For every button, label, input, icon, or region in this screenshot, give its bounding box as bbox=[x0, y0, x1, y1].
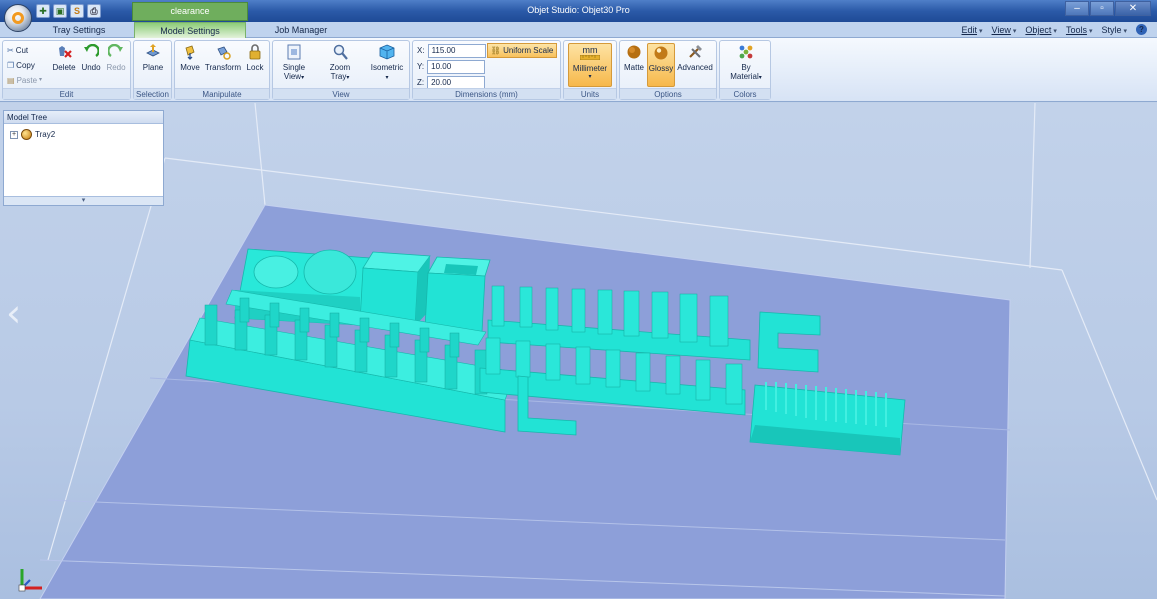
redo-button[interactable]: Redo bbox=[104, 44, 128, 72]
window-controls: – ▫ ✕ bbox=[1065, 1, 1151, 16]
model-tree-collapse-handle[interactable]: ▾ bbox=[4, 196, 163, 205]
app-orb-icon bbox=[12, 12, 24, 24]
ribbon: ✂ Cut ❐ Copy ▤ Paste ▾ Delete Undo Redo … bbox=[0, 38, 1157, 102]
copy-icon: ❐ bbox=[7, 61, 15, 70]
close-button[interactable]: ✕ bbox=[1115, 1, 1151, 16]
by-material-button[interactable]: By Material▾ bbox=[726, 44, 766, 83]
advanced-button[interactable]: Advanced bbox=[676, 44, 714, 72]
plane-icon bbox=[146, 44, 160, 57]
tab-tray-settings[interactable]: Tray Settings bbox=[36, 22, 122, 38]
expand-icon[interactable]: + bbox=[10, 130, 18, 139]
cube-icon bbox=[379, 44, 395, 60]
glossy-button[interactable]: Glossy bbox=[647, 43, 675, 87]
dimensions-group-label: Dimensions (mm) bbox=[413, 88, 560, 99]
3d-viewport[interactable]: ‹ bbox=[0, 103, 1157, 599]
units-group: mm Millimeter ▾ Units bbox=[563, 40, 617, 100]
title-bar: ✚ ▣ S ⎙ clearance Objet Studio: Objet30 … bbox=[0, 0, 1157, 22]
tab-job-manager[interactable]: Job Manager bbox=[254, 22, 348, 38]
ribbon-tab-strip: Tray Settings Model Settings Job Manager… bbox=[0, 22, 1157, 39]
selection-group-label: Selection bbox=[134, 88, 171, 99]
help-icon[interactable]: ? bbox=[1136, 24, 1147, 35]
tree-item-tray2[interactable]: + Tray2 bbox=[10, 129, 55, 140]
menu-edit[interactable]: Edit ▾ bbox=[962, 22, 983, 38]
model-tree-title: Model Tree bbox=[4, 111, 163, 124]
transform-icon bbox=[217, 46, 231, 60]
paste-button[interactable]: ▤ Paste ▾ bbox=[7, 74, 42, 87]
matte-button[interactable]: Matte bbox=[622, 44, 646, 72]
move-button[interactable]: Move bbox=[178, 44, 202, 72]
undo-icon bbox=[84, 44, 99, 57]
edit-group-label: Edit bbox=[3, 88, 130, 99]
zoom-icon bbox=[333, 44, 348, 60]
lock-button[interactable]: Lock bbox=[244, 44, 266, 72]
selection-group: Plane Selection bbox=[133, 40, 172, 100]
colors-group-label: Colors bbox=[720, 88, 770, 99]
transform-button[interactable]: Transform bbox=[203, 44, 243, 72]
copy-button[interactable]: ❐ Copy bbox=[7, 59, 35, 72]
delete-button[interactable]: Delete bbox=[51, 44, 77, 72]
view-group: Single View▾ Zoom Tray▾ Isometric ▾ View bbox=[272, 40, 410, 100]
menu-object[interactable]: Object ▾ bbox=[1025, 22, 1057, 38]
dimension-y-row: Y: 10.00 bbox=[417, 59, 486, 74]
dimension-x-row: X: 115.00 bbox=[417, 43, 486, 58]
dimension-y-input[interactable]: 10.00 bbox=[427, 59, 486, 74]
options-group: Matte Glossy Advanced Options bbox=[619, 40, 717, 100]
scissors-icon: ✂ bbox=[7, 46, 14, 55]
dimension-z-label: Z: bbox=[417, 78, 425, 87]
single-view-button[interactable]: Single View▾ bbox=[277, 44, 311, 83]
millimeter-button[interactable]: mm Millimeter ▾ bbox=[568, 43, 612, 87]
isometric-button[interactable]: Isometric ▾ bbox=[367, 44, 407, 83]
menu-style[interactable]: Style ▾ bbox=[1101, 22, 1127, 38]
axis-indicator-icon bbox=[18, 569, 42, 592]
model-cube-2 bbox=[424, 256, 491, 333]
top-menu: Edit ▾ View ▾ Object ▾ Tools ▾ Style ▾ ? bbox=[962, 22, 1147, 38]
colors-group: By Material▾ Colors bbox=[719, 40, 771, 100]
color-dots-icon bbox=[739, 45, 753, 59]
tree-item-label: Tray2 bbox=[35, 130, 56, 139]
tab-model-settings[interactable]: Model Settings bbox=[134, 22, 246, 39]
maximize-button[interactable]: ▫ bbox=[1090, 1, 1114, 16]
ruler-icon bbox=[580, 55, 600, 60]
tools-icon bbox=[689, 45, 702, 58]
single-view-icon bbox=[287, 44, 301, 60]
model-tree-panel: Model Tree + Tray2 ▾ bbox=[3, 110, 164, 206]
tray-icon bbox=[21, 129, 32, 140]
application-menu-button[interactable] bbox=[4, 4, 32, 32]
dimension-x-input[interactable]: 115.00 bbox=[427, 43, 486, 58]
chain-icon: ⛓ bbox=[490, 46, 501, 55]
nav-left-arrow[interactable]: ‹ bbox=[6, 293, 30, 333]
undo-button[interactable]: Undo bbox=[80, 44, 102, 72]
manipulate-group-label: Manipulate bbox=[175, 88, 269, 99]
dimension-x-label: X: bbox=[417, 46, 425, 55]
dimension-y-label: Y: bbox=[417, 62, 425, 71]
zoom-tray-button[interactable]: Zoom Tray▾ bbox=[323, 44, 357, 83]
move-icon bbox=[185, 45, 195, 60]
lock-icon bbox=[249, 44, 261, 60]
edit-group: ✂ Cut ❐ Copy ▤ Paste ▾ Delete Undo Redo … bbox=[2, 40, 131, 100]
menu-view[interactable]: View ▾ bbox=[992, 22, 1017, 38]
plane-button[interactable]: Plane bbox=[139, 44, 167, 72]
options-group-label: Options bbox=[620, 88, 716, 99]
matte-sphere-icon bbox=[627, 45, 641, 59]
delete-icon bbox=[59, 46, 72, 58]
uniform-scale-button[interactable]: ⛓ Uniform Scale bbox=[487, 43, 557, 58]
units-group-label: Units bbox=[564, 88, 616, 99]
glossy-sphere-icon bbox=[654, 46, 668, 60]
minimize-button[interactable]: – bbox=[1065, 1, 1089, 16]
menu-tools[interactable]: Tools ▾ bbox=[1066, 22, 1093, 38]
cut-button[interactable]: ✂ Cut bbox=[7, 44, 28, 57]
millimeter-label: Millimeter bbox=[572, 64, 608, 73]
redo-icon bbox=[108, 44, 123, 57]
manipulate-group: Move Transform Lock Manipulate bbox=[174, 40, 270, 100]
mm-unit-label: mm bbox=[582, 45, 598, 55]
scene-svg bbox=[39, 103, 1157, 599]
dimensions-group: X: 115.00 Y: 10.00 Z: 20.00 ⛓ Uniform Sc… bbox=[412, 40, 561, 100]
window-title: Objet Studio: Objet30 Pro bbox=[527, 5, 630, 15]
paste-icon: ▤ bbox=[7, 76, 15, 85]
view-group-label: View bbox=[273, 88, 409, 99]
